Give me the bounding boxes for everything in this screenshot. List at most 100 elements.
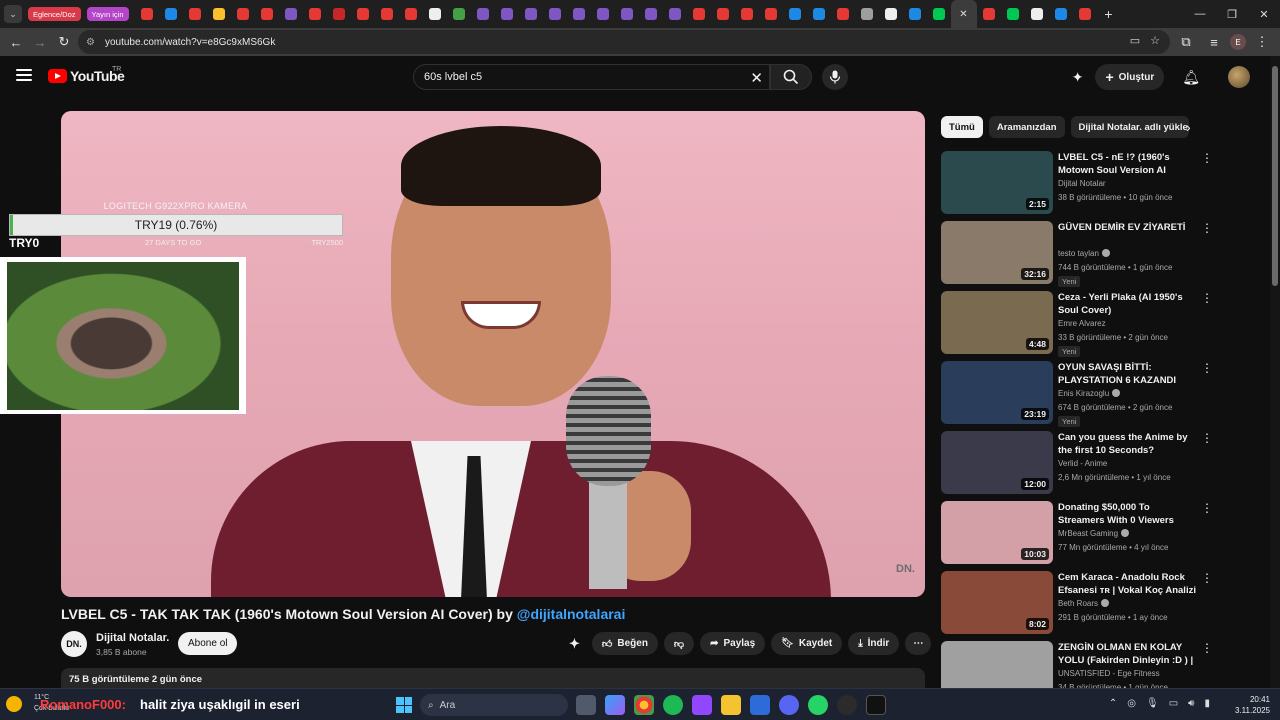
video-thumbnail[interactable]: 8:02	[941, 571, 1053, 634]
browser-tab[interactable]	[351, 0, 375, 28]
related-video-title[interactable]: ZENGİN OLMAN EN KOLAY YOLU (Fakirden Din…	[1058, 641, 1196, 668]
video-menu-kebab-icon[interactable]: ⋮	[1201, 572, 1213, 584]
extensions-icon[interactable]: ⧉	[1174, 30, 1198, 54]
related-channel-name[interactable]: Emre Alvarez	[1058, 319, 1106, 328]
chrome-icon[interactable]	[634, 695, 654, 715]
chip-all[interactable]: Tümü	[941, 116, 983, 138]
browser-tab[interactable]	[759, 0, 783, 28]
whatsapp-icon[interactable]	[808, 695, 828, 715]
related-channel-name[interactable]: Enis Kirazoglu	[1058, 389, 1121, 398]
tray-chevron-icon[interactable]: ⌃	[1109, 698, 1117, 709]
ask-ai-icon[interactable]: ✦	[563, 632, 586, 655]
premium-icon[interactable]: ✦	[1072, 69, 1084, 86]
browser-tab[interactable]	[135, 0, 159, 28]
channel-name[interactable]: Dijital Notalar.	[96, 632, 169, 644]
task-view-icon[interactable]	[576, 695, 596, 715]
related-video-title[interactable]: OYUN SAVAŞI BİTTİ: PLAYSTATION 6 KAZANDI	[1058, 361, 1196, 387]
twitch-icon[interactable]	[692, 695, 712, 715]
browser-tab[interactable]	[855, 0, 879, 28]
browser-tab[interactable]	[471, 0, 495, 28]
page-scrollbar[interactable]	[1270, 56, 1280, 688]
browser-tab[interactable]	[303, 0, 327, 28]
site-info-icon[interactable]: ⚙	[86, 37, 95, 48]
related-video-title[interactable]: GÜVEN DEMİR EV ZİYARETİ	[1058, 221, 1196, 234]
app-icon[interactable]	[750, 695, 770, 715]
tab-after-5[interactable]	[1073, 0, 1097, 28]
browser-tab[interactable]	[663, 0, 687, 28]
tab-group-yayin[interactable]: Yayın için	[86, 7, 129, 21]
related-channel-name[interactable]: MrBeast Gaming	[1058, 529, 1130, 538]
related-video-title[interactable]: Can you guess the Anime by the first 10 …	[1058, 431, 1196, 457]
tab-after-4[interactable]	[1049, 0, 1073, 28]
close-tab-icon[interactable]: ✕	[959, 9, 967, 20]
clear-search-icon[interactable]: ✕	[750, 69, 763, 87]
media-icon[interactable]: ≡	[1202, 30, 1226, 54]
browser-tab[interactable]	[735, 0, 759, 28]
browser-tab[interactable]	[879, 0, 903, 28]
video-thumbnail[interactable]: 10:03	[941, 501, 1053, 564]
search-query[interactable]: 60s lvbel c5	[424, 71, 482, 83]
account-avatar[interactable]	[1228, 66, 1250, 88]
related-video-title[interactable]: Ceza - Yerli Plaka (AI 1950's Soul Cover…	[1058, 291, 1196, 317]
tab-after-3[interactable]	[1025, 0, 1049, 28]
close-window-button[interactable]: ✕	[1248, 0, 1280, 28]
bookmark-star-icon[interactable]: ☆	[1150, 34, 1160, 47]
subscribe-button[interactable]: Abone ol	[178, 632, 238, 655]
video-thumbnail[interactable]: 32:16	[941, 221, 1053, 284]
related-video-item[interactable]: 4:48 Ceza - Yerli Plaka (AI 1950's Soul …	[941, 291, 1213, 361]
related-video-item[interactable]: 2:15 LVBEL C5 - nE !? (1960's Motown Sou…	[941, 151, 1213, 221]
browser-tab[interactable]	[543, 0, 567, 28]
copilot-icon[interactable]	[605, 695, 625, 715]
browser-tab[interactable]	[831, 0, 855, 28]
mic-tray-icon[interactable]: 🎙︎	[1146, 698, 1159, 709]
voice-search-button[interactable]	[822, 64, 848, 90]
related-video-title[interactable]: Cem Karaca - Anadolu Rock Efsanesi ᴛʀ | …	[1058, 571, 1196, 598]
weather-icon[interactable]	[6, 696, 22, 712]
taskbar-search[interactable]: ⌕ Ara	[420, 694, 568, 716]
tab-after-2[interactable]	[1001, 0, 1025, 28]
battery-icon[interactable]: ▮	[1204, 698, 1210, 709]
volume-icon[interactable]: 🔊︎	[1188, 698, 1194, 709]
back-icon[interactable]: ←	[4, 30, 28, 54]
browser-tab[interactable]	[903, 0, 927, 28]
related-channel-name[interactable]: Verlid - Anime	[1058, 459, 1107, 468]
channel-avatar[interactable]: DN.	[61, 631, 87, 657]
profile-avatar[interactable]: E	[1230, 34, 1246, 50]
browser-tab[interactable]	[495, 0, 519, 28]
video-thumbnail[interactable]: 2:15	[941, 151, 1053, 214]
chip-channel-uploads[interactable]: Dijital Notalar. adlı yükle	[1070, 116, 1189, 138]
minimize-button[interactable]: —	[1184, 0, 1216, 28]
windows-start-icon[interactable]	[396, 697, 412, 713]
dislike-button[interactable]: 👎︎	[663, 632, 695, 655]
video-menu-kebab-icon[interactable]: ⋮	[1201, 292, 1213, 304]
spotify-icon[interactable]	[663, 695, 683, 715]
channel-handle-link[interactable]: @dijitalnotalarai	[517, 606, 626, 622]
browser-tab[interactable]	[207, 0, 231, 28]
search-button[interactable]	[770, 64, 812, 90]
tab-group-eglence[interactable]: Eglence/Doz	[28, 7, 81, 21]
related-video-item[interactable]: 32:16 GÜVEN DEMİR EV ZİYARETİ testo tayl…	[941, 221, 1213, 291]
browser-tab[interactable]	[183, 0, 207, 28]
video-menu-kebab-icon[interactable]: ⋮	[1201, 432, 1213, 444]
browser-tab[interactable]	[711, 0, 735, 28]
browser-tab[interactable]	[591, 0, 615, 28]
related-video-title[interactable]: LVBEL C5 - nE !? (1960's Motown Soul Ver…	[1058, 151, 1196, 178]
browser-tab[interactable]	[399, 0, 423, 28]
tray-app-icon[interactable]: ◎	[1127, 698, 1136, 709]
video-thumbnail[interactable]: 23:19	[941, 361, 1053, 424]
share-button[interactable]: ➦ Paylaş	[700, 632, 766, 655]
browser-tab[interactable]	[447, 0, 471, 28]
scrollbar-thumb[interactable]	[1272, 66, 1278, 286]
create-button[interactable]: + Oluştur	[1095, 64, 1165, 90]
network-icon[interactable]: ▭	[1169, 698, 1178, 709]
terminal-icon[interactable]	[866, 695, 886, 715]
chip-from-search[interactable]: Aramanızdan	[988, 116, 1065, 138]
video-thumbnail[interactable]: 4:48	[941, 291, 1053, 354]
active-tab[interactable]: ✕	[950, 0, 977, 28]
video-thumbnail[interactable]: 12:00	[941, 431, 1053, 494]
video-menu-kebab-icon[interactable]: ⋮	[1201, 362, 1213, 374]
address-bar[interactable]: ⚙ youtube.com/watch?v=e8Gc9xMS6Gk ▭ ☆	[78, 30, 1170, 54]
url-text[interactable]: youtube.com/watch?v=e8Gc9xMS6Gk	[105, 37, 275, 48]
browser-tab[interactable]	[807, 0, 831, 28]
related-channel-name[interactable]: testo taylan	[1058, 249, 1110, 258]
